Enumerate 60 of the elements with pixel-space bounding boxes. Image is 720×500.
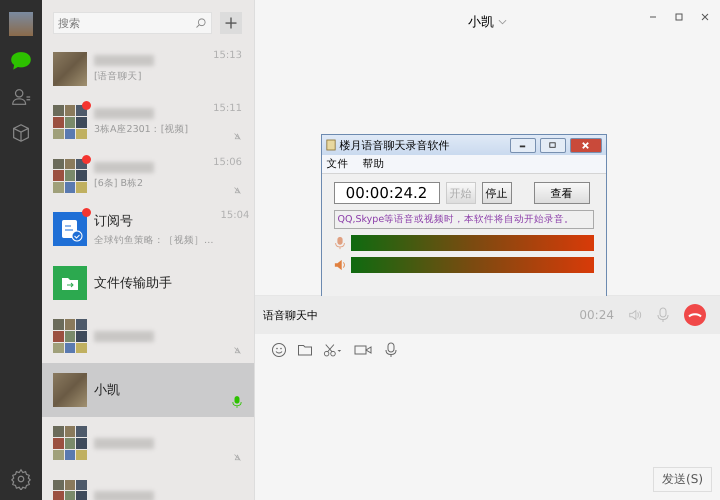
call-duration: 00:24 <box>579 308 614 322</box>
microphone-icon <box>334 236 346 250</box>
message-preview: 3栋A座2301：[视频] <box>94 123 190 136</box>
message-preview: 全球钓鱼策略：［视频］… <box>94 234 214 247</box>
chat-name: 文件传输助手 <box>94 274 173 292</box>
chat-list-item[interactable]: 文件传输助手 <box>42 256 254 310</box>
maximize-icon <box>548 140 557 150</box>
message-time: 15:06 <box>213 156 242 168</box>
chat-name: 订阅号 <box>94 212 134 230</box>
recorder-button[interactable]: 停止 <box>482 182 512 204</box>
chat-list-item[interactable]: 小凯 <box>42 363 254 416</box>
recorder-button[interactable]: 查看 <box>534 182 590 204</box>
app-icon <box>326 139 336 151</box>
hang-up-button[interactable] <box>684 304 706 326</box>
blurred-name <box>94 162 154 173</box>
send-button[interactable]: 发送(S) <box>653 467 712 492</box>
chat-list-item[interactable]: 订阅号 全球钓鱼策略：［视频］… 15:04 <box>42 202 254 256</box>
chat-name: 小凯 <box>94 382 121 399</box>
blurred-name <box>94 438 154 449</box>
menu-item[interactable]: 文件 <box>326 157 348 171</box>
close-icon <box>581 140 590 150</box>
message-time: 15:04 <box>220 210 250 222</box>
group-avatar <box>53 319 87 354</box>
search-icon <box>195 17 207 29</box>
microphone-icon[interactable] <box>383 342 399 358</box>
message-time: 15:11 <box>213 103 242 114</box>
folder-icon[interactable] <box>297 342 313 358</box>
message-preview: [6条] B栋2 <box>94 176 144 190</box>
maximize-button[interactable] <box>540 138 566 152</box>
blurred-name <box>94 491 154 500</box>
close-icon[interactable] <box>700 12 710 22</box>
blurred-name <box>94 108 154 120</box>
chat-title[interactable]: 小凯 <box>468 13 494 31</box>
emoji-icon[interactable] <box>271 342 287 358</box>
group-avatar <box>53 105 87 140</box>
menu-item[interactable]: 帮助 <box>362 157 384 171</box>
add-icon[interactable] <box>220 12 242 34</box>
chat-bubble-icon[interactable] <box>10 50 32 72</box>
search-field[interactable]: 搜索 <box>53 12 212 34</box>
scissors-icon[interactable] <box>323 342 343 358</box>
call-status: 语音聊天中 <box>263 308 319 322</box>
speaker-icon <box>334 258 346 272</box>
group-avatar <box>53 426 87 460</box>
contacts-icon[interactable] <box>10 86 32 108</box>
cube-icon[interactable] <box>10 122 32 144</box>
blurred-name <box>94 54 154 66</box>
avatar-photo <box>53 52 87 86</box>
blurred-name <box>94 330 154 342</box>
message-preview: [语音聊天] <box>94 70 142 83</box>
chevron-down-icon[interactable] <box>498 19 507 25</box>
group-avatar <box>53 158 87 193</box>
status-message: QQ,Skype等语音或视频时，本软件将自动开始录音。 <box>334 210 594 229</box>
window-title: 楼月语音聊天录音软件 <box>340 138 450 152</box>
close-button[interactable] <box>570 138 602 152</box>
document-check-icon <box>53 212 87 246</box>
message-time: 15:13 <box>213 50 242 61</box>
maximize-icon[interactable] <box>674 12 684 22</box>
avatar-photo <box>53 372 87 407</box>
settings-icon[interactable] <box>10 468 32 490</box>
timer-display: 00:00:24.2 <box>334 182 440 204</box>
